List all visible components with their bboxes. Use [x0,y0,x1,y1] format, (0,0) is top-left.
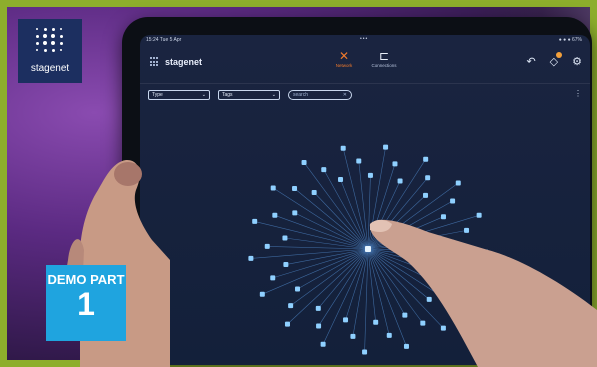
graph-node[interactable] [423,192,429,198]
graph-node[interactable] [320,341,326,347]
graph-node[interactable] [397,178,403,184]
graph-node[interactable] [295,286,301,292]
graph-node[interactable] [284,321,290,327]
graph-node[interactable] [343,317,349,323]
tab-network-label: Network [335,63,353,68]
brand-logo-icon [150,57,160,67]
notification-badge [556,52,563,58]
demo-part-badge: DEMO PART 1 [46,265,126,341]
graph-node[interactable] [252,218,258,224]
type-dropdown-label: Type [152,92,163,98]
graph-node[interactable] [282,235,288,241]
graph-node[interactable] [248,255,254,261]
logo-dot [51,27,55,31]
logo-dot [60,49,62,51]
graph-edge [342,148,369,250]
logo-dot [51,34,55,38]
graph-node[interactable] [383,144,389,150]
tags-dropdown-label: Tags [222,92,233,98]
graph-edge [358,161,369,250]
stagenet-logo: stagenet [18,19,82,83]
graph-edge [274,215,369,250]
graph-edge [318,248,369,327]
graph-node[interactable] [272,212,278,218]
logo-mark [35,27,65,57]
tab-network[interactable]: ✕ Network [324,49,364,68]
search-placeholder: search [293,92,309,98]
graph-edge [250,248,369,259]
graph-edge [340,179,369,250]
logo-dot [51,41,55,45]
network-icon: ✕ [338,49,350,63]
logo-dot [43,41,47,45]
logo-dot [59,34,63,38]
logo-dot [43,27,47,31]
demo-part-number: 1 [77,286,95,322]
status-time: 15:24 Tue 5 Apr [146,37,182,43]
status-dots: ••• [360,36,369,42]
logo-dot [35,41,39,45]
logo-dot [60,28,62,30]
graph-node[interactable] [259,291,265,297]
tab-connections-label: Connections [371,63,397,68]
brand-name: stagenet [165,57,203,67]
graph-node[interactable] [292,186,298,192]
brand[interactable]: stagenet [150,57,202,67]
graph-edge [322,248,369,345]
graph-edge [294,212,369,250]
app-header: stagenet ✕ Network ⊏ Connections ↶ ◇ ⚙ [140,45,590,84]
graph-node[interactable] [356,158,362,164]
logo-dot [36,49,38,51]
status-bar: 15:24 Tue 5 Apr ••• ● ● ● 67% [140,35,590,45]
chevron-down-icon: ⌄ [271,92,276,98]
graph-node[interactable] [455,180,461,186]
graph-node[interactable] [283,262,289,268]
undo-icon[interactable]: ↶ [526,55,535,68]
graph-node[interactable] [450,198,456,204]
connections-icon: ⊏ [378,49,390,63]
graph-node[interactable] [425,175,431,181]
graph-edge [318,248,369,309]
logo-dot [43,34,47,38]
graph-node[interactable] [340,145,346,151]
graph-node[interactable] [423,156,429,162]
notification-icon[interactable]: ◇ [550,52,563,68]
settings-icon[interactable]: ⚙ [572,55,582,68]
logo-dot [59,41,63,45]
header-actions: ↶ ◇ ⚙ [526,52,582,68]
logo-word: stagenet [30,63,70,74]
graph-node[interactable] [367,172,373,178]
graph-node[interactable] [270,185,276,191]
right-hand [369,219,597,367]
graph-node[interactable] [338,176,344,182]
graph-node[interactable] [301,160,307,166]
logo-dot [51,48,55,52]
clear-icon[interactable]: ✕ [343,92,347,98]
graph-node[interactable] [288,303,294,309]
logo-dot [43,48,47,52]
graph-edge [273,187,369,250]
graph-node[interactable] [362,349,368,355]
graph-node[interactable] [392,161,398,167]
graph-node[interactable] [315,305,321,311]
graph-node[interactable] [270,275,276,281]
tab-connections[interactable]: ⊏ Connections [364,49,404,68]
graph-node[interactable] [321,167,327,173]
graph-node[interactable] [350,333,356,339]
logo-dot [36,28,38,30]
graph-edge [285,248,369,265]
graph-node[interactable] [292,210,298,216]
chevron-down-icon: ⌄ [201,92,206,98]
more-options-icon[interactable]: ⋮ [574,89,582,98]
graph-node[interactable] [264,243,270,249]
graph-node[interactable] [311,190,317,196]
graph-node[interactable] [316,323,322,329]
status-right: ● ● ● 67% [558,37,582,43]
demo-part-label: DEMO PART [47,272,125,287]
logo-dot [35,34,39,38]
